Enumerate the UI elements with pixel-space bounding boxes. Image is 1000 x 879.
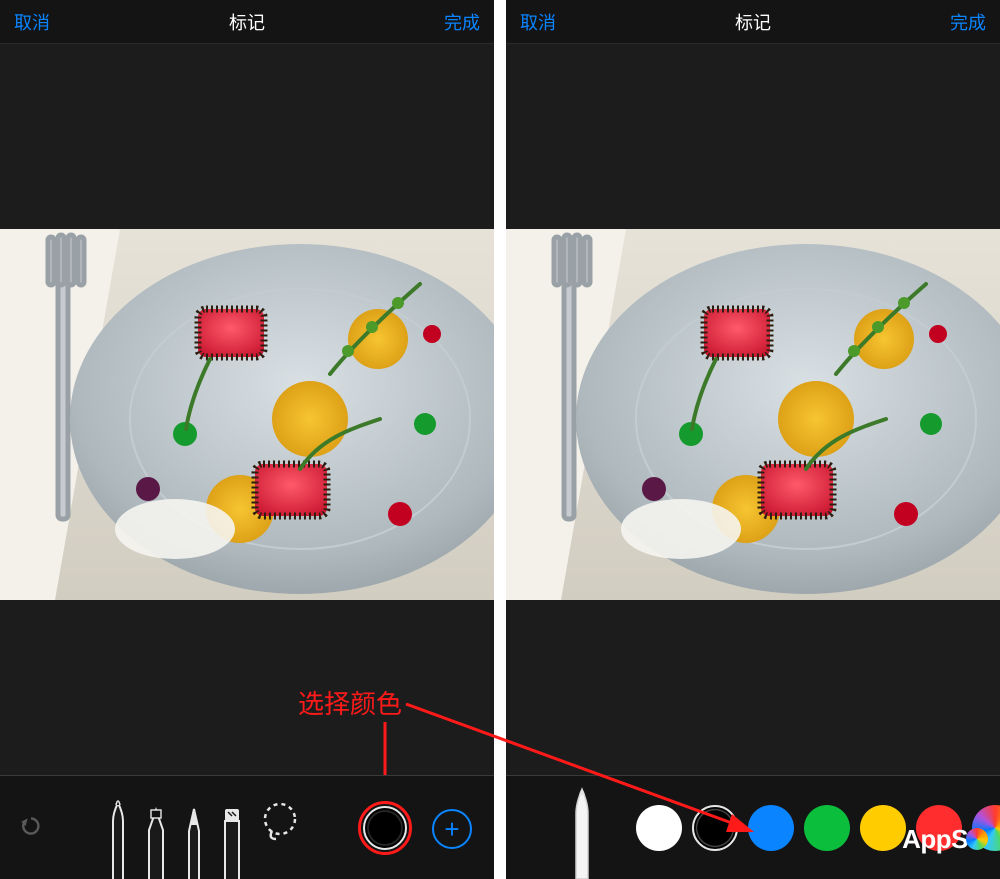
canvas-area[interactable] <box>506 44 1000 775</box>
annotation-highlight-ring <box>358 801 412 855</box>
done-button[interactable]: 完成 <box>950 9 986 35</box>
pencil-tool[interactable] <box>176 791 212 879</box>
color-swatch-blue[interactable] <box>748 805 794 851</box>
watermark-text: AppS <box>902 824 968 854</box>
nav-title: 标记 <box>229 9 265 35</box>
nav-bar: 取消 标记 完成 <box>0 0 494 44</box>
marker-tool[interactable] <box>100 791 136 879</box>
screenshot-divider <box>494 0 506 879</box>
plus-icon: + <box>444 816 459 842</box>
nav-title: 标记 <box>735 9 771 35</box>
canvas-area[interactable]: 选择颜色 <box>0 44 494 775</box>
watermark-appso: AppS <box>902 824 988 855</box>
done-button[interactable]: 完成 <box>444 9 480 35</box>
color-swatch-yellow[interactable] <box>860 805 906 851</box>
color-picker-button[interactable] <box>358 801 412 855</box>
watermark-o-icon <box>966 828 988 850</box>
lasso-tool[interactable] <box>258 799 302 843</box>
photo-preview <box>0 229 494 600</box>
active-pen[interactable] <box>562 771 602 879</box>
annotation-label: 选择颜色 <box>298 684 402 721</box>
cancel-button[interactable]: 取消 <box>520 9 556 35</box>
color-swatch-green[interactable] <box>804 805 850 851</box>
screen-left: 取消 标记 完成 <box>0 0 494 879</box>
nav-bar: 取消 标记 完成 <box>506 0 1000 44</box>
eraser-tool[interactable] <box>214 791 250 879</box>
drawing-tools <box>100 791 308 879</box>
photo-preview <box>506 229 1000 600</box>
color-swatch-black[interactable] <box>692 805 738 851</box>
screen-right: 取消 标记 完成 <box>506 0 1000 879</box>
color-swatch-white[interactable] <box>636 805 682 851</box>
cancel-button[interactable]: 取消 <box>14 9 50 35</box>
markup-toolbar: + <box>0 775 494 879</box>
undo-button[interactable] <box>14 809 48 843</box>
add-shape-button[interactable]: + <box>432 809 472 849</box>
highlighter-tool[interactable] <box>138 791 174 879</box>
